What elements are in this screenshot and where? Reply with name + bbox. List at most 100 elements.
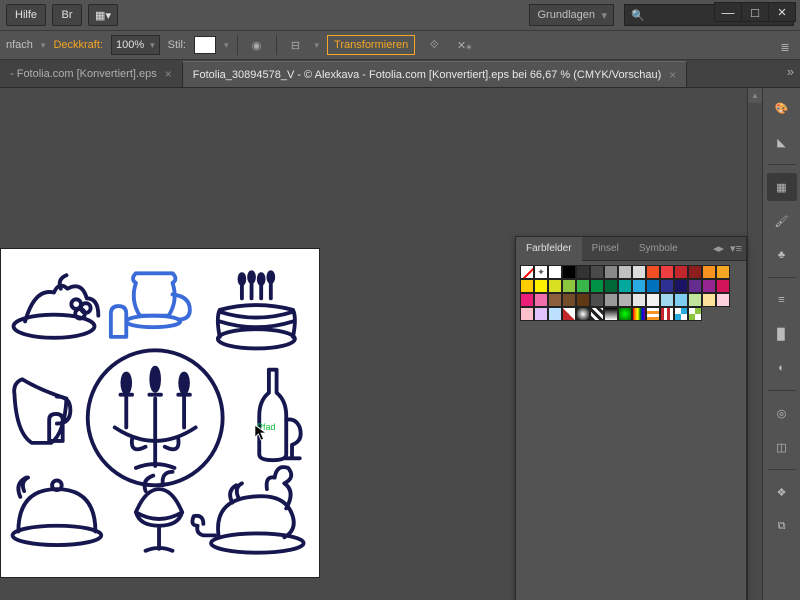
scroll-up-icon[interactable]: ▲ [748,88,762,103]
swatch[interactable] [520,307,534,321]
tab-overflow-icon[interactable]: » [787,64,794,79]
align-icon[interactable]: ⊟ [285,34,307,56]
swatch[interactable] [674,279,688,293]
swatch[interactable] [562,307,576,321]
maximize-button[interactable]: □ [741,2,769,22]
swatch[interactable] [520,293,534,307]
swatch[interactable] [702,265,716,279]
swatch[interactable] [576,293,590,307]
symbols-panel-icon[interactable]: ♣ [767,241,797,269]
artboards-panel-icon[interactable]: ⧉ [767,512,797,540]
isolate-icon[interactable]: ⟐ [423,34,445,56]
swatch[interactable] [520,279,534,293]
panel-tab-brushes[interactable]: Pinsel [582,237,629,261]
edit-inside-icon[interactable]: ✕⁎ [453,34,475,56]
swatch[interactable] [660,265,674,279]
swatch[interactable] [688,307,702,321]
swatch[interactable] [660,279,674,293]
swatch[interactable] [688,279,702,293]
tab-label: Fotolia_30894578_V - © Alexkava - Fotoli… [193,69,662,81]
swatch[interactable] [674,293,688,307]
swatch[interactable] [548,307,562,321]
tab-doc-1[interactable]: - Fotolia.com [Konvertiert].eps × [0,61,182,87]
help-menu[interactable]: Hilfe [6,4,46,26]
appearance-panel-icon[interactable]: ◎ [767,399,797,427]
minimize-button[interactable]: — [714,2,742,22]
swatch[interactable] [534,307,548,321]
swatch[interactable] [604,279,618,293]
transform-button[interactable]: Transformieren [327,35,415,55]
swatch[interactable] [716,293,730,307]
arrange-documents-button[interactable]: ▦▾ [88,4,118,26]
swatch[interactable] [660,307,674,321]
swatch[interactable] [618,265,632,279]
transparency-panel-icon[interactable]: ◐ [767,354,797,382]
swatch[interactable] [716,279,730,293]
swatch[interactable] [716,265,730,279]
layers-panel-icon[interactable]: ❖ [767,478,797,506]
swatch[interactable] [632,307,646,321]
artboard [0,248,320,578]
opacity-field[interactable]: 100%▾ [111,35,160,55]
swatch[interactable] [590,279,604,293]
swatch[interactable] [618,279,632,293]
swatch[interactable] [702,293,716,307]
swatch[interactable] [604,307,618,321]
swatches-panel-icon[interactable]: ▦ [767,173,797,201]
panel-menu-icon[interactable]: ▾≡ [730,242,742,255]
swatch[interactable] [618,293,632,307]
color-panel-icon[interactable]: 🎨 [767,94,797,122]
swatch[interactable] [674,265,688,279]
swatch[interactable] [604,265,618,279]
swatch[interactable] [534,293,548,307]
swatch[interactable] [688,293,702,307]
swatch[interactable] [618,307,632,321]
swatch[interactable] [576,279,590,293]
swatch[interactable] [646,293,660,307]
swatch[interactable] [632,293,646,307]
gradient-panel-icon[interactable]: ▉ [767,320,797,348]
swatch[interactable] [590,293,604,307]
panel-menu-icon[interactable]: ≣ [774,36,796,58]
swatch[interactable] [562,265,576,279]
swatch[interactable] [660,293,674,307]
swatch[interactable] [548,293,562,307]
close-icon[interactable]: × [669,68,676,82]
stroke-panel-icon[interactable]: ≡ [767,286,797,314]
swatch[interactable] [576,265,590,279]
swatch[interactable] [632,279,646,293]
scrollbar-vertical[interactable]: ▲ [747,88,762,600]
swatch[interactable] [702,279,716,293]
swatch[interactable] [562,279,576,293]
graphic-styles-icon[interactable]: ◫ [767,433,797,461]
swatch[interactable] [646,307,660,321]
panel-tab-swatches[interactable]: Farbfelder [516,237,582,261]
swatch[interactable] [520,265,534,279]
swatch[interactable] [646,279,660,293]
swatch[interactable] [534,279,548,293]
workspace-picker[interactable]: Grundlagen [529,4,615,26]
swatch[interactable] [534,265,548,279]
planet-icon[interactable]: ◉ [246,34,268,56]
brushes-panel-icon[interactable]: 🖌 [767,207,797,235]
style-swatch[interactable] [194,36,216,54]
swatch[interactable] [674,307,688,321]
swatch[interactable] [590,265,604,279]
swatch[interactable] [688,265,702,279]
panel-tab-symbols[interactable]: Symbole [629,237,688,261]
swatch[interactable] [576,307,590,321]
swatch[interactable] [590,307,604,321]
swatch[interactable] [646,265,660,279]
panel-collapse-icon[interactable]: ◂▸ [713,242,724,255]
color-guide-icon[interactable]: ◣ [767,128,797,156]
swatch[interactable] [604,293,618,307]
close-button[interactable]: × [768,2,796,22]
swatch[interactable] [632,265,646,279]
swatch[interactable] [548,279,562,293]
swatch[interactable] [562,293,576,307]
tab-doc-2[interactable]: Fotolia_30894578_V - © Alexkava - Fotoli… [182,61,688,87]
swatch[interactable] [548,265,562,279]
close-icon[interactable]: × [165,67,172,81]
bridge-button[interactable]: Br [52,4,82,26]
artwork-chicken [192,467,303,553]
